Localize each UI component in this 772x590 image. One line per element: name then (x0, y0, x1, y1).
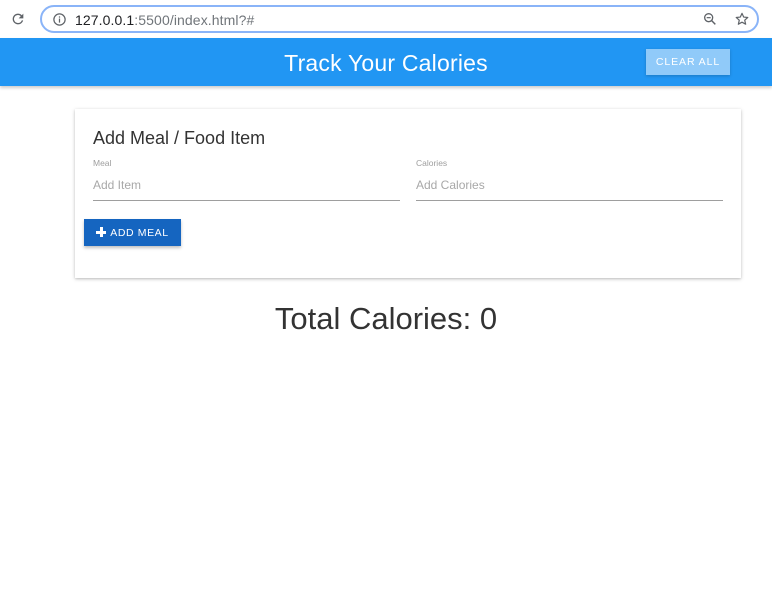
calories-label: Calories (416, 158, 448, 168)
add-meal-label: Add Meal (110, 226, 169, 239)
calories-field: Calories (416, 157, 723, 201)
meal-field: Meal (93, 157, 400, 201)
address-bar[interactable]: 127.0.0.1:5500/index.html?# (40, 5, 759, 33)
url-path: :5500/index.html?# (134, 12, 255, 28)
add-meal-card: Add Meal / Food Item Meal Calories Add M… (75, 109, 741, 278)
app-navbar: Track Your Calories Clear All (0, 38, 772, 86)
plus-icon (96, 227, 107, 237)
total-calories-label: Total Calories: (274, 301, 472, 336)
url-text[interactable]: 127.0.0.1:5500/index.html?# (75, 12, 254, 28)
clear-all-button[interactable]: Clear All (646, 49, 730, 75)
meal-input[interactable] (93, 175, 400, 195)
total-calories-value: 0 (479, 301, 498, 336)
reload-icon[interactable] (9, 10, 27, 28)
add-meal-button[interactable]: Add Meal (84, 219, 181, 246)
star-icon[interactable] (734, 11, 752, 29)
calories-input[interactable] (416, 175, 723, 195)
card-title: Add Meal / Food Item (93, 128, 266, 148)
zoom-icon[interactable] (702, 11, 720, 29)
total-calories: Total Calories: 0 (0, 301, 772, 337)
url-host: 127.0.0.1 (75, 12, 135, 28)
info-icon[interactable] (52, 12, 68, 28)
browser-toolbar: 127.0.0.1:5500/index.html?# (0, 0, 772, 38)
meal-label: Meal (93, 158, 112, 168)
